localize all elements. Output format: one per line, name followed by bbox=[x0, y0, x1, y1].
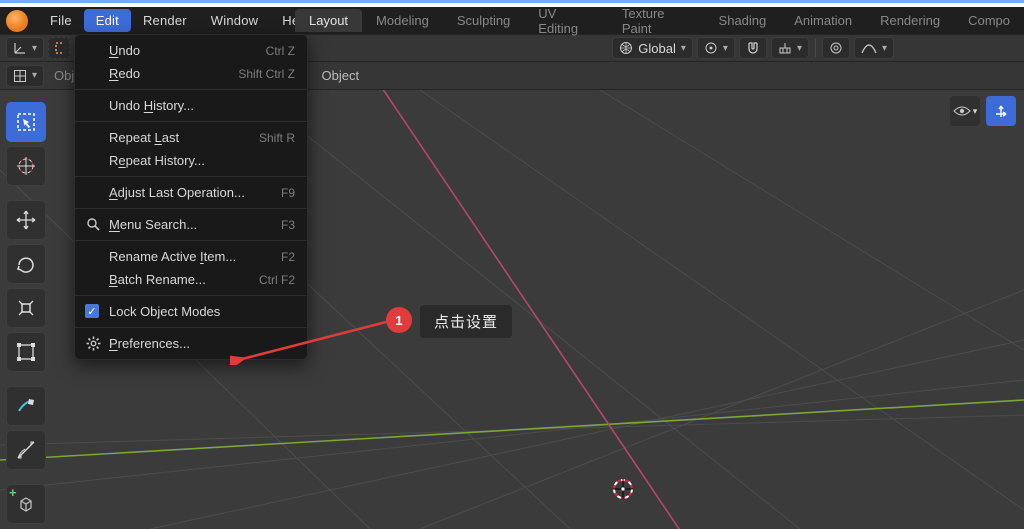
cursor-3d-icon bbox=[610, 476, 636, 502]
annotation-arrow bbox=[230, 315, 400, 365]
select-box-icon[interactable] bbox=[48, 37, 70, 59]
annotation-badge: 1 bbox=[386, 307, 412, 333]
magnet-icon bbox=[746, 41, 760, 55]
orientation-label: Global bbox=[638, 41, 676, 56]
editor-type-dropdown[interactable]: ▾ bbox=[6, 65, 44, 87]
menu-undo-history[interactable]: Undo History... bbox=[75, 94, 307, 117]
visibility-dropdown[interactable]: ▾ bbox=[950, 96, 980, 126]
chevron-down-icon: ▾ bbox=[723, 43, 728, 54]
gear-icon bbox=[85, 335, 101, 351]
tool-rotate[interactable] bbox=[6, 244, 46, 284]
viewport-gizmos: ▾ bbox=[950, 96, 1016, 126]
workspace-tabs: Layout Modeling Sculpting UV Editing Tex… bbox=[295, 7, 1024, 34]
tab-uv-editing[interactable]: UV Editing bbox=[524, 2, 608, 40]
menu-adjust-last-operation[interactable]: Adjust Last Operation... F9 bbox=[75, 181, 307, 204]
tool-transform[interactable] bbox=[6, 332, 46, 372]
separator bbox=[75, 176, 307, 177]
chevron-down-icon: ▾ bbox=[797, 43, 802, 54]
tool-measure[interactable] bbox=[6, 430, 46, 470]
tab-sculpting[interactable]: Sculpting bbox=[443, 9, 524, 32]
tool-scale[interactable] bbox=[6, 288, 46, 328]
grid-editor-icon bbox=[13, 69, 27, 83]
proportional-icon bbox=[829, 41, 843, 55]
tab-compositing[interactable]: Compo bbox=[954, 9, 1024, 32]
tab-texture-paint[interactable]: Texture Paint bbox=[608, 2, 705, 40]
orientation-dropdown[interactable]: Global ▾ bbox=[612, 37, 693, 59]
tool-add-cube[interactable]: + bbox=[6, 484, 46, 524]
toolbar-left: + bbox=[6, 102, 46, 524]
tool-move[interactable] bbox=[6, 200, 46, 240]
gizmo-toggle[interactable] bbox=[986, 96, 1016, 126]
plus-icon: + bbox=[9, 485, 17, 500]
menu-batch-rename[interactable]: Batch Rename... Ctrl F2 bbox=[75, 268, 307, 291]
separator bbox=[815, 39, 816, 57]
tab-layout[interactable]: Layout bbox=[295, 9, 362, 32]
chevron-down-icon: ▾ bbox=[882, 43, 887, 54]
gizmo-arrows-icon bbox=[993, 103, 1009, 119]
chevron-down-icon: ▾ bbox=[681, 43, 686, 54]
menu-rename-active-item[interactable]: Rename Active Item... F2 bbox=[75, 245, 307, 268]
blender-logo-icon bbox=[6, 10, 28, 32]
separator bbox=[75, 240, 307, 241]
tab-shading[interactable]: Shading bbox=[705, 9, 781, 32]
tab-animation[interactable]: Animation bbox=[780, 9, 866, 32]
annotation-text: 点击设置 bbox=[420, 305, 512, 338]
falloff-icon bbox=[861, 41, 877, 55]
menu-menu-search[interactable]: Menu Search... F3 bbox=[75, 213, 307, 236]
menu-render[interactable]: Render bbox=[131, 9, 199, 32]
snap-mode-dropdown[interactable]: ▾ bbox=[771, 37, 809, 59]
globe-icon bbox=[619, 41, 633, 55]
grid-snap-icon bbox=[778, 41, 792, 55]
menu-window[interactable]: Window bbox=[199, 9, 270, 32]
chevron-down-icon: ▾ bbox=[32, 70, 37, 81]
select-mode-dropdown[interactable]: ▾ bbox=[6, 37, 44, 59]
menu-repeat-history[interactable]: Repeat History... bbox=[75, 149, 307, 172]
menu-redo[interactable]: Redo Shift Ctrl Z bbox=[75, 62, 307, 85]
tool-annotate[interactable] bbox=[6, 386, 46, 426]
tab-modeling[interactable]: Modeling bbox=[362, 9, 443, 32]
separator bbox=[75, 121, 307, 122]
third-row-object[interactable]: Object bbox=[316, 68, 366, 83]
tool-cursor[interactable] bbox=[6, 146, 46, 186]
edit-menu-dropdown: Undo Ctrl Z Redo Shift Ctrl Z Undo Histo… bbox=[74, 34, 308, 360]
separator bbox=[75, 295, 307, 296]
proportional-toggle[interactable] bbox=[822, 37, 850, 59]
tab-rendering[interactable]: Rendering bbox=[866, 9, 954, 32]
separator bbox=[75, 89, 307, 90]
eye-icon bbox=[953, 104, 971, 118]
pivot-dropdown[interactable]: ▾ bbox=[697, 37, 735, 59]
menu-file[interactable]: File bbox=[38, 9, 84, 32]
falloff-dropdown[interactable]: ▾ bbox=[854, 37, 894, 59]
menu-undo[interactable]: Undo Ctrl Z bbox=[75, 39, 307, 62]
chevron-down-icon: ▾ bbox=[973, 106, 978, 117]
menu-edit[interactable]: Edit bbox=[84, 9, 131, 32]
separator bbox=[75, 208, 307, 209]
axis-icon bbox=[13, 41, 27, 55]
pivot-icon bbox=[704, 41, 718, 55]
chevron-down-icon: ▾ bbox=[32, 43, 37, 54]
checkbox-checked-icon: ✓ bbox=[85, 304, 99, 318]
tool-select-box[interactable] bbox=[6, 102, 46, 142]
menu-repeat-last[interactable]: Repeat Last Shift R bbox=[75, 126, 307, 149]
snap-toggle[interactable] bbox=[739, 37, 767, 59]
search-icon bbox=[85, 216, 101, 232]
